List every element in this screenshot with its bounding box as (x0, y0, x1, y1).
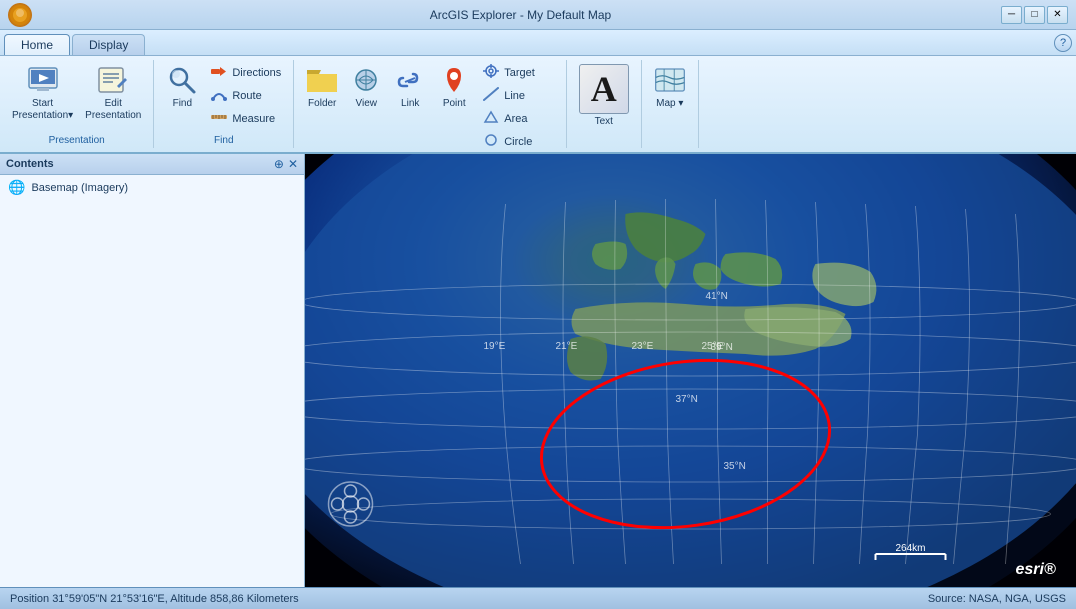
main-area: Contents ⊕ ✕ 🌐 Basemap (Imagery) (0, 154, 1076, 587)
app-icon (8, 3, 32, 27)
find-label: Find (173, 98, 192, 110)
svg-text:esri®: esri® (1016, 561, 1056, 578)
sidebar-header: Contents ⊕ ✕ (0, 154, 304, 175)
view-icon (350, 64, 382, 96)
sidebar: Contents ⊕ ✕ 🌐 Basemap (Imagery) (0, 154, 305, 587)
map-globe-svg: 41°N 39°N 37°N 35°N 19°E 21°E 23°E 25°E (305, 154, 1076, 587)
edit-presentation-icon (97, 64, 129, 96)
link-icon (394, 64, 426, 96)
map-area[interactable]: 41°N 39°N 37°N 35°N 19°E 21°E 23°E 25°E (305, 154, 1076, 587)
text-icon: A (579, 64, 629, 114)
close-button[interactable]: ✕ (1047, 6, 1068, 24)
start-presentation-icon (27, 64, 59, 96)
ribbon: StartPresentation▾ EditPresentation Pres… (0, 56, 1076, 154)
view-button[interactable]: View (346, 62, 386, 112)
svg-text:19°E: 19°E (484, 341, 506, 352)
find-button[interactable]: Find (162, 62, 202, 112)
source-text: Source: NASA, NGA, USGS (928, 593, 1066, 605)
svg-text:37°N: 37°N (676, 394, 698, 405)
ribbon-group-find: Find Directions (154, 60, 294, 148)
tab-home[interactable]: Home (4, 34, 70, 55)
target-label: Target (504, 67, 535, 79)
svg-text:21°E: 21°E (556, 341, 578, 352)
measure-button[interactable]: Measure (206, 108, 285, 129)
svg-text:25°E: 25°E (702, 341, 724, 352)
edit-presentation-button[interactable]: EditPresentation (81, 62, 145, 124)
find-small-buttons: Directions Route (206, 62, 285, 129)
presentation-group-label: Presentation (49, 135, 105, 146)
basemap-item[interactable]: 🌐 Basemap (Imagery) (0, 175, 304, 200)
link-button[interactable]: Link (390, 62, 430, 112)
svg-text:41°N: 41°N (706, 291, 728, 302)
directions-label: Directions (232, 67, 281, 79)
svg-text:264km: 264km (896, 543, 926, 554)
help-button[interactable]: ? (1054, 34, 1072, 52)
line-label: Line (504, 90, 525, 102)
ribbon-group-presentation: StartPresentation▾ EditPresentation Pres… (0, 60, 154, 148)
minimize-button[interactable]: ─ (1001, 6, 1022, 24)
basemap-globe-icon: 🌐 (8, 179, 25, 196)
measure-icon (210, 110, 228, 127)
text-button[interactable]: A Text (575, 62, 633, 130)
sidebar-header-icons: ⊕ ✕ (274, 157, 298, 171)
ribbon-group-text: A Text (567, 60, 642, 148)
tab-display[interactable]: Display (72, 34, 145, 55)
line-button[interactable]: Line (478, 85, 558, 106)
window-title: ArcGIS Explorer - My Default Map (40, 8, 1001, 22)
circle-icon (482, 133, 500, 150)
text-label: Text (595, 116, 613, 128)
find-icon (166, 64, 198, 96)
window-controls: ─ □ ✕ (1001, 6, 1068, 24)
line-icon (482, 87, 500, 104)
map-icon (654, 64, 686, 96)
map-button[interactable]: Map ▾ (650, 62, 690, 112)
area-label: Area (504, 113, 527, 125)
statusbar: Position 31°59'05"N 21°53'16"E, Altitude… (0, 587, 1076, 609)
view-label: View (355, 98, 377, 110)
sidebar-title: Contents (6, 158, 274, 170)
directions-icon (210, 64, 228, 81)
titlebar: ArcGIS Explorer - My Default Map ─ □ ✕ (0, 0, 1076, 30)
restore-button[interactable]: □ (1024, 6, 1045, 24)
edit-presentation-label: EditPresentation (85, 98, 141, 122)
ribbon-group-create: Folder View (294, 60, 567, 148)
point-button[interactable]: Point (434, 62, 474, 112)
target-icon (482, 64, 500, 81)
circle-button[interactable]: Circle (478, 131, 558, 152)
route-icon (210, 87, 228, 104)
position-text: Position 31°59'05"N 21°53'16"E, Altitude… (10, 593, 928, 605)
sidebar-close-button[interactable]: ✕ (288, 157, 298, 171)
basemap-label: Basemap (Imagery) (31, 182, 128, 194)
start-presentation-label: StartPresentation▾ (12, 98, 73, 122)
measure-label: Measure (232, 113, 275, 125)
svg-text:35°N: 35°N (724, 461, 746, 472)
folder-icon (306, 64, 338, 96)
start-presentation-button[interactable]: StartPresentation▾ (8, 62, 77, 124)
link-label: Link (401, 98, 419, 110)
area-icon (482, 110, 500, 127)
map-label: Map ▾ (656, 98, 683, 110)
ribbon-group-map: Map ▾ (642, 60, 699, 148)
find-group-label: Find (214, 135, 233, 146)
tabbar: Home Display ? (0, 30, 1076, 56)
point-icon (438, 64, 470, 96)
route-button[interactable]: Route (206, 85, 285, 106)
point-label: Point (443, 98, 466, 110)
route-label: Route (232, 90, 261, 102)
sidebar-pin-button[interactable]: ⊕ (274, 157, 284, 171)
target-button[interactable]: Target (478, 62, 558, 83)
circle-label: Circle (504, 136, 532, 148)
folder-button[interactable]: Folder (302, 62, 342, 112)
area-button[interactable]: Area (478, 108, 558, 129)
directions-button[interactable]: Directions (206, 62, 285, 83)
folder-label: Folder (308, 98, 336, 110)
svg-text:23°E: 23°E (632, 341, 654, 352)
